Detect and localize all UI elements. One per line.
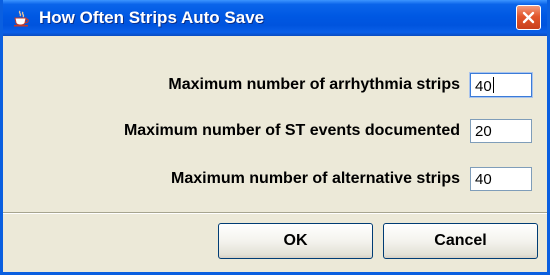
field-row-st-events: Maximum number of ST events documented 2… [124, 119, 532, 143]
window-title: How Often Strips Auto Save [39, 8, 265, 27]
arrhythmia-strips-label: Maximum number of arrhythmia strips [168, 76, 460, 93]
close-button[interactable] [516, 5, 541, 30]
close-icon [522, 11, 535, 24]
arrhythmia-strips-value: 40 [475, 78, 492, 95]
cancel-button[interactable]: Cancel [383, 223, 538, 259]
field-row-alternative-strips: Maximum number of alternative strips 40 [171, 167, 532, 191]
st-events-value: 20 [475, 123, 492, 140]
ok-button[interactable]: OK [218, 223, 373, 259]
title-bar[interactable]: How Often Strips Auto Save [3, 0, 547, 36]
alternative-strips-input[interactable]: 40 [470, 167, 532, 191]
button-separator [3, 212, 547, 214]
st-events-input[interactable]: 20 [470, 119, 532, 143]
arrhythmia-strips-input[interactable]: 40 [469, 72, 533, 98]
alternative-strips-label: Maximum number of alternative strips [171, 170, 460, 187]
dialog-window: How Often Strips Auto Save Maximum numbe… [0, 0, 550, 275]
alternative-strips-value: 40 [475, 171, 492, 188]
st-events-label: Maximum number of ST events documented [123, 122, 460, 139]
java-coffee-cup-icon [13, 10, 30, 27]
field-row-arrhythmia-strips: Maximum number of arrhythmia strips 40 [168, 72, 533, 98]
text-caret [492, 77, 494, 93]
